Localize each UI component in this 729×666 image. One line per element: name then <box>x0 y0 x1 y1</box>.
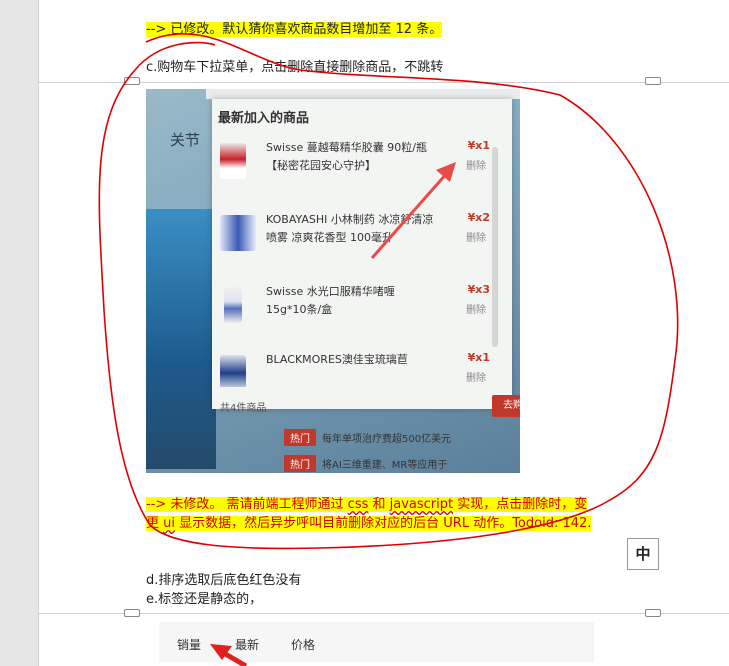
red-arrow-head <box>436 162 456 182</box>
red-arrow-annotation <box>370 171 450 259</box>
red-circle-annotation <box>98 32 679 550</box>
annotation-overlay <box>98 32 679 666</box>
